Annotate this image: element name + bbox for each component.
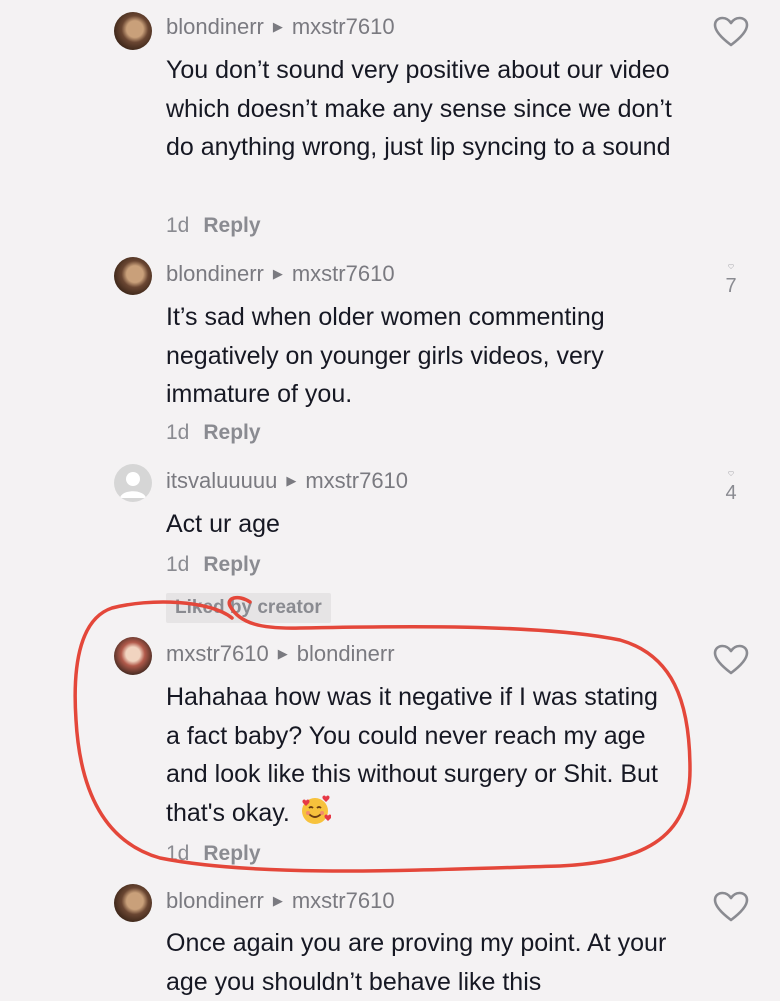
comment-text: Once again you are proving my point. At … [166, 929, 667, 996]
reply-to-name[interactable]: mxstr7610 [305, 468, 408, 494]
comment-header: blondinerr ▶ mxstr7610 [166, 14, 395, 40]
reply-arrow-icon: ▶ [272, 19, 283, 34]
like-button[interactable] [713, 644, 749, 678]
comment-time: 1d [166, 842, 190, 865]
comment-text: Hahahaa how was it negative if I was sta… [166, 678, 666, 832]
like-button[interactable]: 7 [713, 264, 749, 298]
reply-to-name[interactable]: blondinerr [297, 641, 395, 667]
author-name[interactable]: blondinerr [166, 261, 264, 287]
comment-time: 1d [166, 214, 190, 237]
avatar[interactable] [114, 464, 152, 502]
reply-arrow-icon: ▶ [286, 473, 297, 488]
author-name[interactable]: blondinerr [166, 888, 264, 914]
like-count: 7 [725, 275, 737, 297]
like-button[interactable] [713, 16, 749, 50]
comment-meta: 1d Reply [166, 842, 261, 866]
reply-arrow-icon: ▶ [272, 893, 283, 908]
heart-outline-icon [728, 471, 734, 476]
heart-outline-icon [713, 16, 749, 47]
comment-meta: 1d Reply [166, 214, 261, 238]
reply-button[interactable]: Reply [203, 421, 260, 445]
comment-header: itsvaluuuuu ▶ mxstr7610 [166, 468, 408, 494]
author-name[interactable]: itsvaluuuuu [166, 468, 277, 494]
comment-text: You don’t sound very positive about our … [166, 56, 672, 161]
avatar[interactable] [114, 257, 152, 295]
comment-time: 1d [166, 553, 190, 576]
heart-outline-icon [713, 891, 749, 922]
comment-text: Act ur age [166, 510, 280, 538]
default-avatar-icon [120, 472, 146, 498]
like-count: 4 [725, 482, 737, 504]
comment-text-body: Hahahaa how was it negative if I was sta… [166, 683, 658, 827]
author-name[interactable]: mxstr7610 [166, 641, 269, 667]
comment-header: mxstr7610 ▶ blondinerr [166, 641, 395, 667]
heart-outline-icon [713, 644, 749, 675]
comment-header: blondinerr ▶ mxstr7610 [166, 888, 395, 914]
author-name[interactable]: blondinerr [166, 14, 264, 40]
like-button[interactable] [713, 891, 749, 925]
heart-outline-icon [728, 264, 734, 269]
comment-time: 1d [166, 421, 190, 444]
avatar[interactable] [114, 637, 152, 675]
reply-arrow-icon: ▶ [272, 266, 283, 281]
reply-to-name[interactable]: mxstr7610 [292, 14, 395, 40]
avatar[interactable] [114, 884, 152, 922]
comment-text: It’s sad when older women commenting neg… [166, 303, 605, 408]
liked-by-creator-badge: Liked by creator [166, 593, 331, 623]
comment-header: blondinerr ▶ mxstr7610 [166, 261, 395, 287]
comment-meta: 1d Reply [166, 553, 261, 577]
reply-arrow-icon: ▶ [277, 646, 288, 661]
reply-button[interactable]: Reply [203, 842, 260, 866]
avatar[interactable] [114, 12, 152, 50]
reply-to-name[interactable]: mxstr7610 [292, 888, 395, 914]
smiling-face-with-hearts-icon [301, 795, 331, 824]
reply-to-name[interactable]: mxstr7610 [292, 261, 395, 287]
reply-button[interactable]: Reply [203, 214, 260, 238]
reply-button[interactable]: Reply [203, 553, 260, 577]
like-button[interactable]: 4 [713, 471, 749, 505]
comment-meta: 1d Reply [166, 421, 261, 445]
